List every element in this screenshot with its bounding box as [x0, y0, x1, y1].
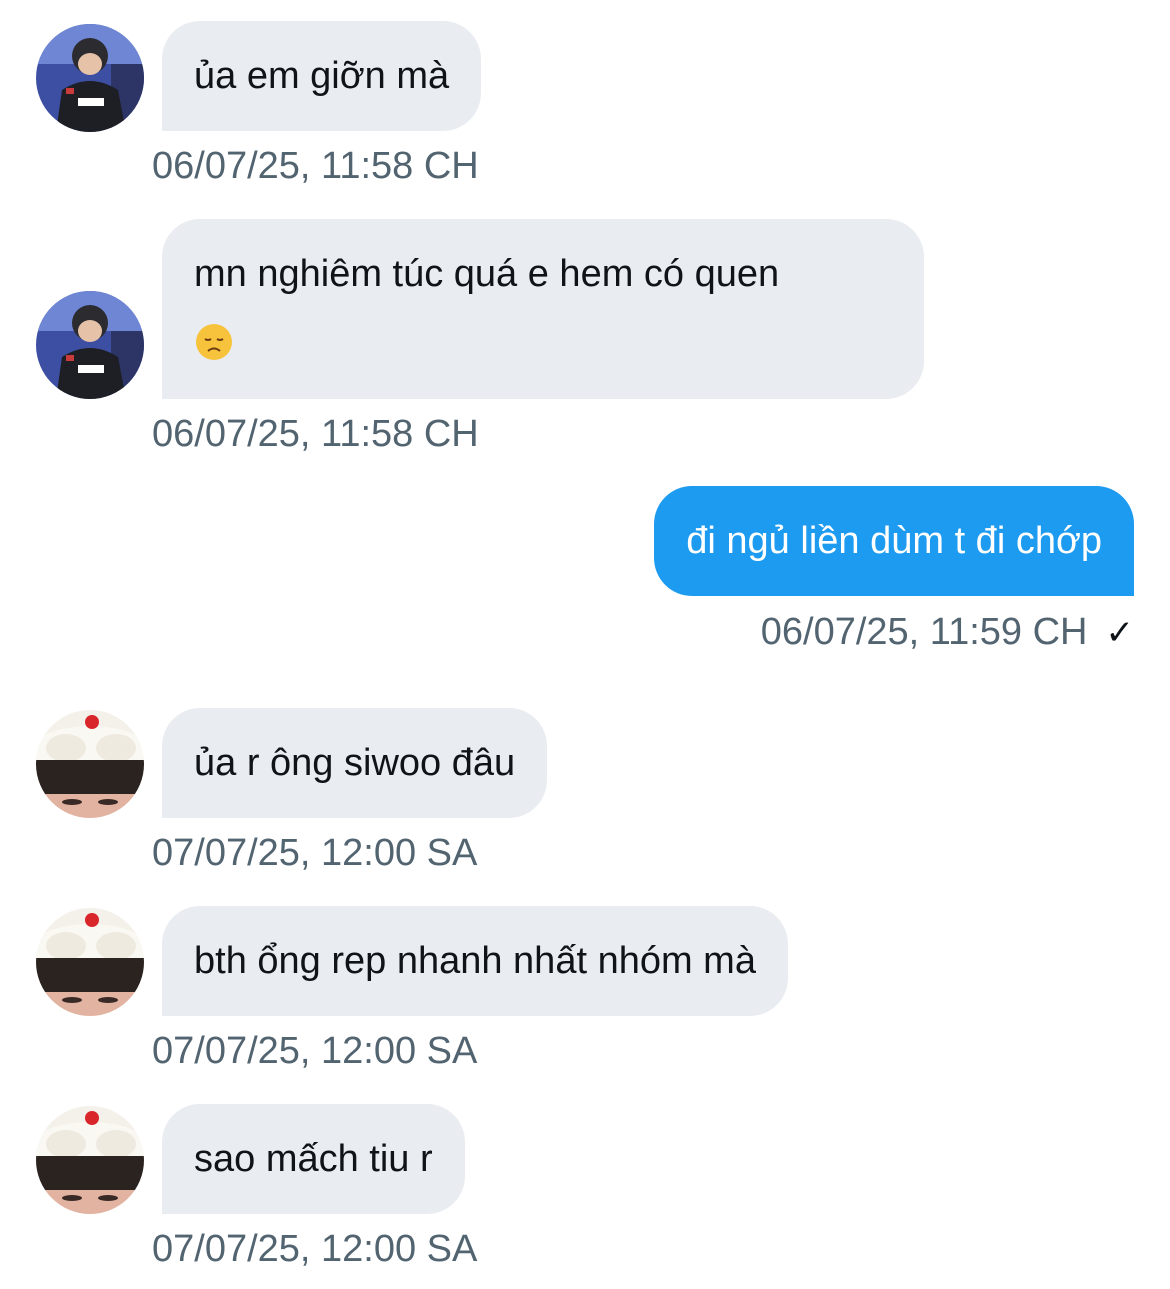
- message-timestamp: 06/07/25, 11:58 CH: [152, 145, 479, 187]
- message-text: đi ngủ liền dùm t đi chớp: [686, 520, 1102, 562]
- message-bubble-outgoing[interactable]: đi ngủ liền dùm t đi chớp: [654, 486, 1134, 596]
- avatar-whipped-cream-hair[interactable]: [36, 908, 144, 1016]
- message-text: sao mấch tiu r: [194, 1138, 433, 1180]
- message-bubble[interactable]: bth ổng rep nhanh nhất nhóm mà: [162, 906, 788, 1016]
- avatar-player-jersey[interactable]: [36, 291, 144, 399]
- disappointed-face-emoji: [196, 323, 232, 360]
- sent-check-icon: ✓: [1105, 614, 1135, 652]
- message-timestamp: 06/07/25, 11:58 CH: [152, 413, 479, 455]
- avatar-whipped-cream-hair[interactable]: [36, 1106, 144, 1214]
- message-bubble[interactable]: sao mấch tiu r: [162, 1104, 465, 1214]
- message-text: ủa em giỡn mà: [194, 55, 450, 97]
- message-timestamp-text: 06/07/25, 11:59 CH: [760, 611, 1088, 653]
- message-bubble[interactable]: mn nghiêm túc quá e hem có quen: [162, 219, 924, 399]
- message-timestamp: 07/07/25, 12:00 SA: [152, 832, 478, 874]
- avatar-player-jersey[interactable]: [36, 24, 144, 132]
- message-timestamp: 07/07/25, 12:00 SA: [152, 1030, 478, 1072]
- message-text: mn nghiêm túc quá e hem có quen: [194, 253, 780, 295]
- avatar-whipped-cream-hair[interactable]: [36, 710, 144, 818]
- message-text: ủa r ông siwoo đâu: [194, 742, 516, 784]
- message-timestamp: 06/07/25, 11:59 CH ✓: [761, 611, 1134, 654]
- message-bubble[interactable]: ủa r ông siwoo đâu: [162, 708, 548, 818]
- message-timestamp: 07/07/25, 12:00 SA: [152, 1228, 478, 1270]
- message-text: bth ổng rep nhanh nhất nhóm mà: [194, 940, 756, 982]
- message-bubble[interactable]: ủa em giỡn mà: [162, 21, 482, 131]
